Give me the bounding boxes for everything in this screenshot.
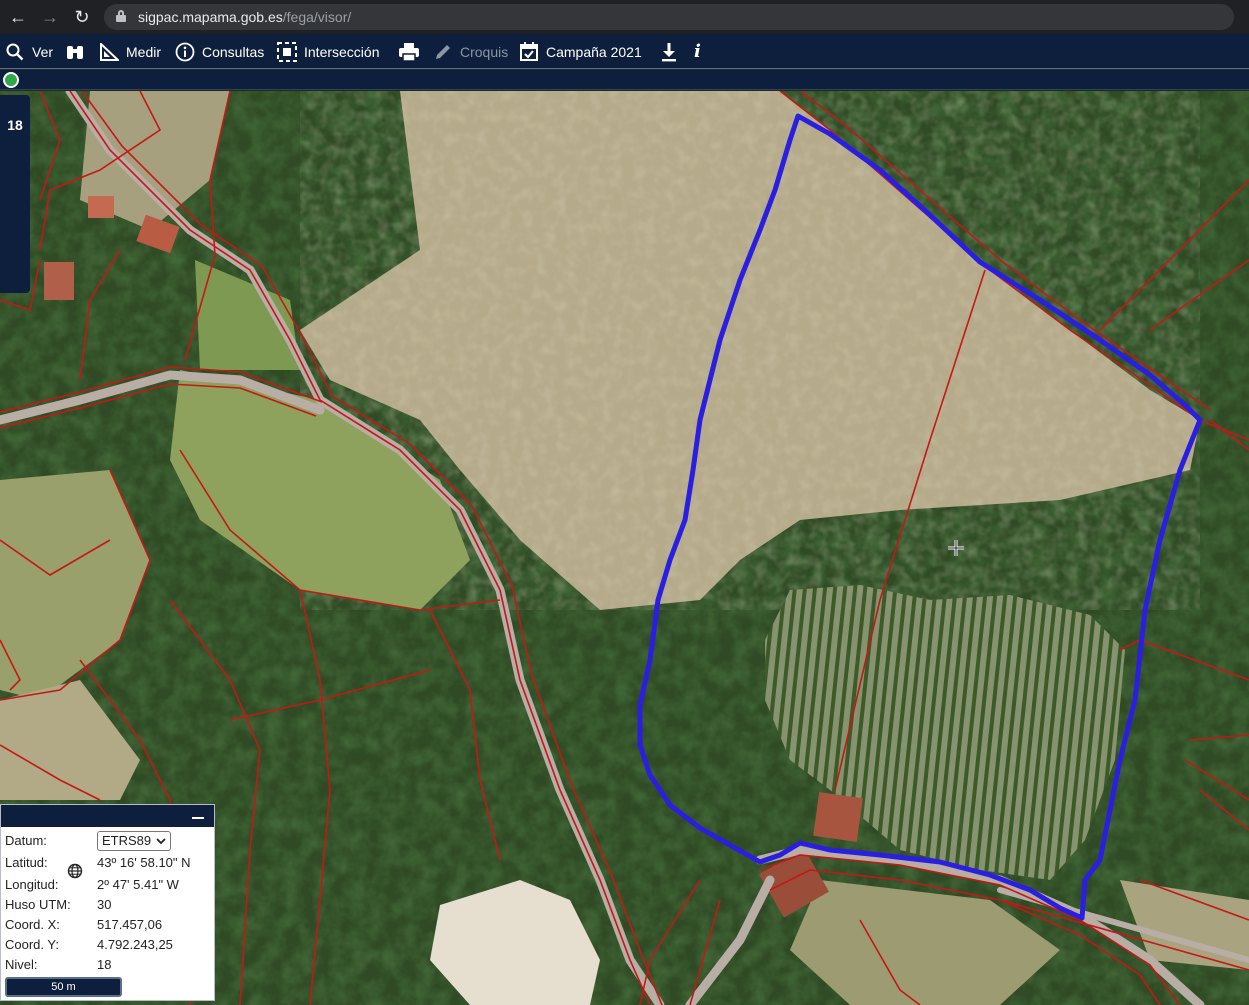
building bbox=[88, 196, 114, 218]
huso-label: Huso UTM: bbox=[5, 897, 71, 912]
forward-icon[interactable]: → bbox=[38, 5, 62, 29]
nivel-value: 18 bbox=[97, 957, 112, 972]
coord-x-label: Coord. X: bbox=[5, 917, 60, 932]
about-button[interactable]: i bbox=[694, 34, 701, 69]
url-host: sigpac.mapama.gob.es bbox=[138, 9, 283, 25]
datum-select[interactable]: ETRS89 bbox=[97, 831, 171, 851]
url-path: /fega/visor/ bbox=[282, 9, 352, 25]
latitude-label: Latitud: bbox=[5, 855, 48, 870]
address-bar[interactable]: sigpac.mapama.gob.es/fega/visor/ bbox=[104, 4, 1234, 30]
coord-y-label: Coord. Y: bbox=[5, 937, 59, 952]
croquis-button[interactable]: Croquis bbox=[432, 34, 508, 69]
chevron-down-icon bbox=[156, 838, 166, 845]
info-italic-icon: i bbox=[694, 41, 701, 62]
ver-button[interactable]: Ver bbox=[4, 34, 53, 69]
info-icon bbox=[174, 41, 196, 63]
latitude-value: 43º 16' 58.10" N bbox=[97, 855, 191, 870]
longitude-label: Longitud: bbox=[5, 877, 59, 892]
huso-value: 30 bbox=[97, 897, 112, 912]
medir-button[interactable]: Medir bbox=[98, 34, 161, 69]
coord-x-value: 517.457,06 bbox=[97, 917, 163, 932]
coordinates-panel: Datum: ETRS89 Latitud: 43º 16' 58.10" N … bbox=[0, 804, 215, 1001]
building bbox=[813, 792, 863, 842]
binoculars-icon bbox=[64, 41, 86, 63]
croquis-label: Croquis bbox=[460, 43, 509, 60]
datum-label: Datum: bbox=[5, 833, 47, 848]
binoculars-button[interactable] bbox=[64, 34, 92, 69]
coordinates-panel-header bbox=[1, 805, 214, 827]
download-button[interactable] bbox=[658, 34, 686, 69]
search-icon bbox=[4, 41, 26, 63]
consultas-button[interactable]: Consultas bbox=[174, 34, 264, 69]
reload-icon[interactable]: ↻ bbox=[70, 5, 94, 29]
zoom-level: 18 bbox=[7, 117, 23, 133]
longitude-value: 2º 47' 5.41" W bbox=[97, 877, 179, 892]
status-bar bbox=[0, 70, 1249, 90]
scale-bar: 50 m bbox=[5, 977, 122, 997]
print-button[interactable] bbox=[398, 34, 426, 69]
medir-label: Medir bbox=[126, 43, 162, 60]
globe-icon[interactable] bbox=[67, 863, 83, 879]
campana-label: Campaña 2021 bbox=[546, 43, 642, 60]
coord-y-value: 4.792.243,25 bbox=[97, 937, 173, 952]
ver-label: Ver bbox=[32, 43, 54, 60]
scale-label: 50 m bbox=[51, 981, 76, 993]
selection-icon bbox=[276, 41, 298, 63]
interseccion-button[interactable]: Intersección bbox=[276, 34, 379, 69]
crosshair-cursor-icon bbox=[948, 540, 964, 556]
pencil-icon bbox=[432, 41, 454, 63]
ruler-icon bbox=[98, 41, 120, 63]
nivel-label: Nivel: bbox=[5, 957, 38, 972]
main-toolbar: Ver Medir Consultas Intersección Croquis bbox=[0, 34, 1249, 69]
building bbox=[44, 262, 74, 300]
download-icon bbox=[658, 41, 680, 63]
zoom-panel[interactable]: 18 bbox=[0, 95, 30, 293]
calendar-check-icon bbox=[518, 41, 540, 63]
datum-value: ETRS89 bbox=[102, 833, 152, 848]
back-icon[interactable]: ← bbox=[6, 5, 30, 29]
campana-button[interactable]: Campaña 2021 bbox=[518, 34, 642, 69]
lock-icon bbox=[116, 10, 126, 22]
connection-status-icon bbox=[3, 72, 19, 88]
consultas-label: Consultas bbox=[202, 43, 265, 60]
browser-bar: ← → ↻ sigpac.mapama.gob.es/fega/visor/ bbox=[0, 0, 1249, 34]
interseccion-label: Intersección bbox=[304, 43, 380, 60]
printer-icon bbox=[398, 41, 420, 63]
minimize-icon[interactable] bbox=[192, 810, 204, 822]
